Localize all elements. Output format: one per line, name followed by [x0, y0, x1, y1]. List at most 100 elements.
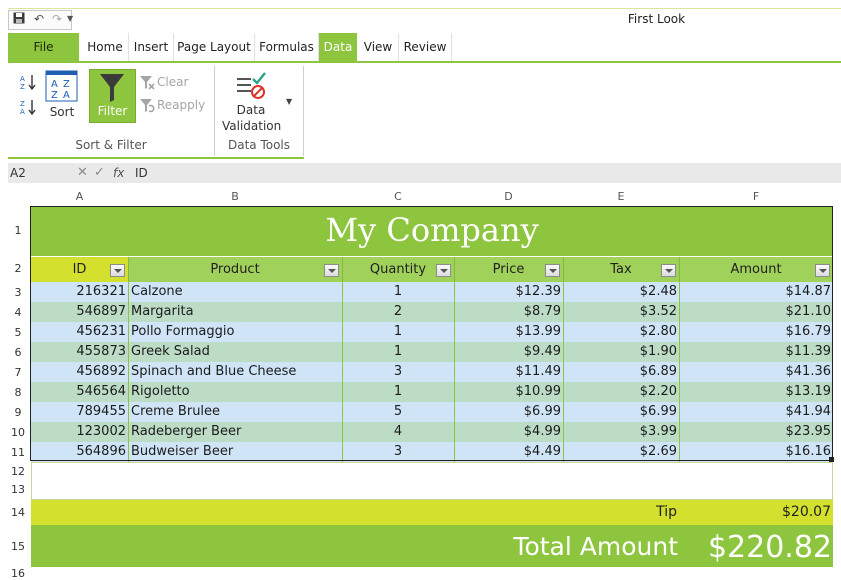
header-product[interactable]: Product — [128, 257, 342, 282]
row-header-4[interactable]: 4 — [8, 306, 28, 319]
cell-id[interactable]: 216321 — [31, 282, 126, 302]
cell-quantity[interactable]: 5 — [342, 402, 454, 422]
row-header-8[interactable]: 8 — [8, 386, 28, 399]
cell-product[interactable]: Margarita — [131, 302, 341, 322]
filter-dropdown-quantity[interactable] — [436, 264, 451, 277]
tab-view[interactable]: View — [358, 33, 399, 61]
cell-amount[interactable]: $21.10 — [679, 302, 832, 322]
formula-input[interactable]: ID — [135, 164, 148, 182]
cell-price[interactable]: $13.99 — [454, 322, 562, 342]
tab-home[interactable]: Home — [82, 33, 129, 61]
cell-id[interactable]: 456892 — [31, 362, 126, 382]
tab-formulas[interactable]: Formulas — [255, 33, 319, 61]
cell-price[interactable]: $6.99 — [454, 402, 561, 422]
cell-product[interactable]: Greek Salad — [131, 342, 341, 362]
sort-descending-icon[interactable]: ZA — [19, 98, 37, 119]
reapply-label[interactable]: Reapply — [157, 98, 205, 112]
undo-icon[interactable]: ↶ — [31, 12, 47, 27]
row-header-15[interactable]: 15 — [8, 540, 28, 553]
column-header-e[interactable]: E — [563, 188, 679, 206]
cell-quantity[interactable]: 1 — [342, 342, 454, 362]
column-header-d[interactable]: D — [454, 188, 563, 206]
data-validation-icon[interactable] — [236, 72, 268, 103]
filter-dropdown-product[interactable] — [324, 264, 339, 277]
filter-dropdown-amount[interactable] — [815, 264, 830, 277]
column-header-f[interactable]: F — [679, 188, 833, 206]
row-header-11[interactable]: 11 — [8, 446, 28, 459]
header-amount[interactable]: Amount — [679, 257, 833, 282]
cell-tax[interactable]: $3.99 — [563, 422, 677, 442]
filter-button[interactable]: Filter — [89, 69, 136, 123]
row-header-12[interactable]: 12 — [8, 465, 28, 478]
tab-page-layout[interactable]: Page Layout — [174, 33, 255, 61]
cell-id[interactable]: 546564 — [31, 382, 126, 402]
empty-rows[interactable] — [31, 462, 833, 500]
cell-amount[interactable]: $41.94 — [679, 402, 832, 422]
data-validation-label-2[interactable]: Validation — [222, 119, 281, 133]
cell-quantity[interactable]: 1 — [342, 382, 454, 402]
cell-tax[interactable]: $1.90 — [563, 342, 677, 362]
row-header-7[interactable]: 7 — [8, 366, 28, 379]
cell-product[interactable]: Pollo Formaggio — [131, 322, 341, 342]
tab-insert[interactable]: Insert — [129, 33, 174, 61]
column-header-b[interactable]: B — [128, 188, 342, 206]
filter-dropdown-price[interactable] — [545, 264, 560, 277]
cell-amount[interactable]: $16.79 — [679, 322, 832, 342]
cell-id[interactable]: 546897 — [31, 302, 126, 322]
cell-price[interactable]: $4.49 — [454, 442, 561, 462]
tab-data[interactable]: Data — [319, 33, 357, 61]
column-header-c[interactable]: C — [342, 188, 454, 206]
cell-amount[interactable]: $14.87 — [679, 282, 832, 302]
cell-quantity[interactable]: 2 — [342, 302, 454, 322]
cell-amount[interactable]: $11.39 — [679, 342, 832, 362]
cell-tax[interactable]: $2.20 — [563, 382, 677, 402]
row-header-9[interactable]: 9 — [8, 406, 28, 419]
cell-tax[interactable]: $6.99 — [563, 402, 677, 422]
cell-price[interactable]: $9.49 — [454, 342, 561, 362]
cell-price[interactable]: $10.99 — [454, 382, 562, 402]
tab-file[interactable]: File — [8, 33, 79, 61]
data-validation-label-1[interactable]: Data — [226, 103, 276, 117]
cell-quantity[interactable]: 3 — [342, 442, 454, 462]
cell-quantity[interactable]: 3 — [342, 362, 454, 382]
cell-tax[interactable]: $2.80 — [563, 322, 677, 342]
cell-product[interactable]: Creme Brulee — [131, 402, 341, 422]
row-header-1[interactable]: 1 — [8, 224, 28, 237]
filter-dropdown-id[interactable] — [110, 264, 125, 277]
cell-product[interactable]: Rigoletto — [131, 382, 341, 402]
cell-id[interactable]: 564896 — [31, 442, 126, 462]
name-box[interactable]: A2 — [8, 164, 70, 182]
save-icon[interactable] — [11, 12, 27, 27]
total-value[interactable]: $220.82 — [679, 525, 832, 567]
sort-icon[interactable]: AZZA — [45, 70, 78, 105]
redo-icon[interactable]: ↷ — [49, 12, 65, 27]
cell-amount[interactable]: $16.16 — [679, 442, 832, 462]
cell-id[interactable]: 789455 — [31, 402, 126, 422]
row-header-16[interactable]: 16 — [8, 567, 28, 580]
cell-price[interactable]: $8.79 — [454, 302, 561, 322]
cell-tax[interactable]: $2.69 — [563, 442, 677, 462]
sort-ascending-icon[interactable]: AZ — [19, 73, 37, 94]
clear-filter-icon[interactable] — [139, 74, 155, 93]
cell-tax[interactable]: $6.89 — [563, 362, 677, 382]
cell-quantity[interactable]: 1 — [342, 282, 454, 302]
row-header-14[interactable]: 14 — [8, 506, 28, 519]
cell-price[interactable]: $11.49 — [454, 362, 562, 382]
row-header-10[interactable]: 10 — [8, 426, 28, 439]
cell-tax[interactable]: $2.48 — [563, 282, 677, 302]
reapply-filter-icon[interactable] — [139, 97, 155, 116]
cell-id[interactable]: 455873 — [31, 342, 126, 362]
qat-customize-icon[interactable]: ▼ — [67, 14, 73, 23]
cell-product[interactable]: Spinach and Blue Cheese — [131, 362, 341, 382]
enter-icon[interactable]: ✓ — [94, 165, 105, 180]
row-header-13[interactable]: 13 — [8, 483, 28, 496]
cell-id[interactable]: 123002 — [31, 422, 126, 442]
cell-product[interactable]: Radeberger Beer — [131, 422, 341, 442]
clear-label[interactable]: Clear — [157, 75, 188, 89]
row-header-5[interactable]: 5 — [8, 326, 28, 339]
tip-value[interactable]: $20.07 — [679, 500, 831, 525]
cell-price[interactable]: $12.39 — [454, 282, 562, 302]
row-header-3[interactable]: 3 — [8, 286, 28, 299]
cell-quantity[interactable]: 4 — [342, 422, 454, 442]
tip-label[interactable]: Tip — [563, 500, 677, 525]
